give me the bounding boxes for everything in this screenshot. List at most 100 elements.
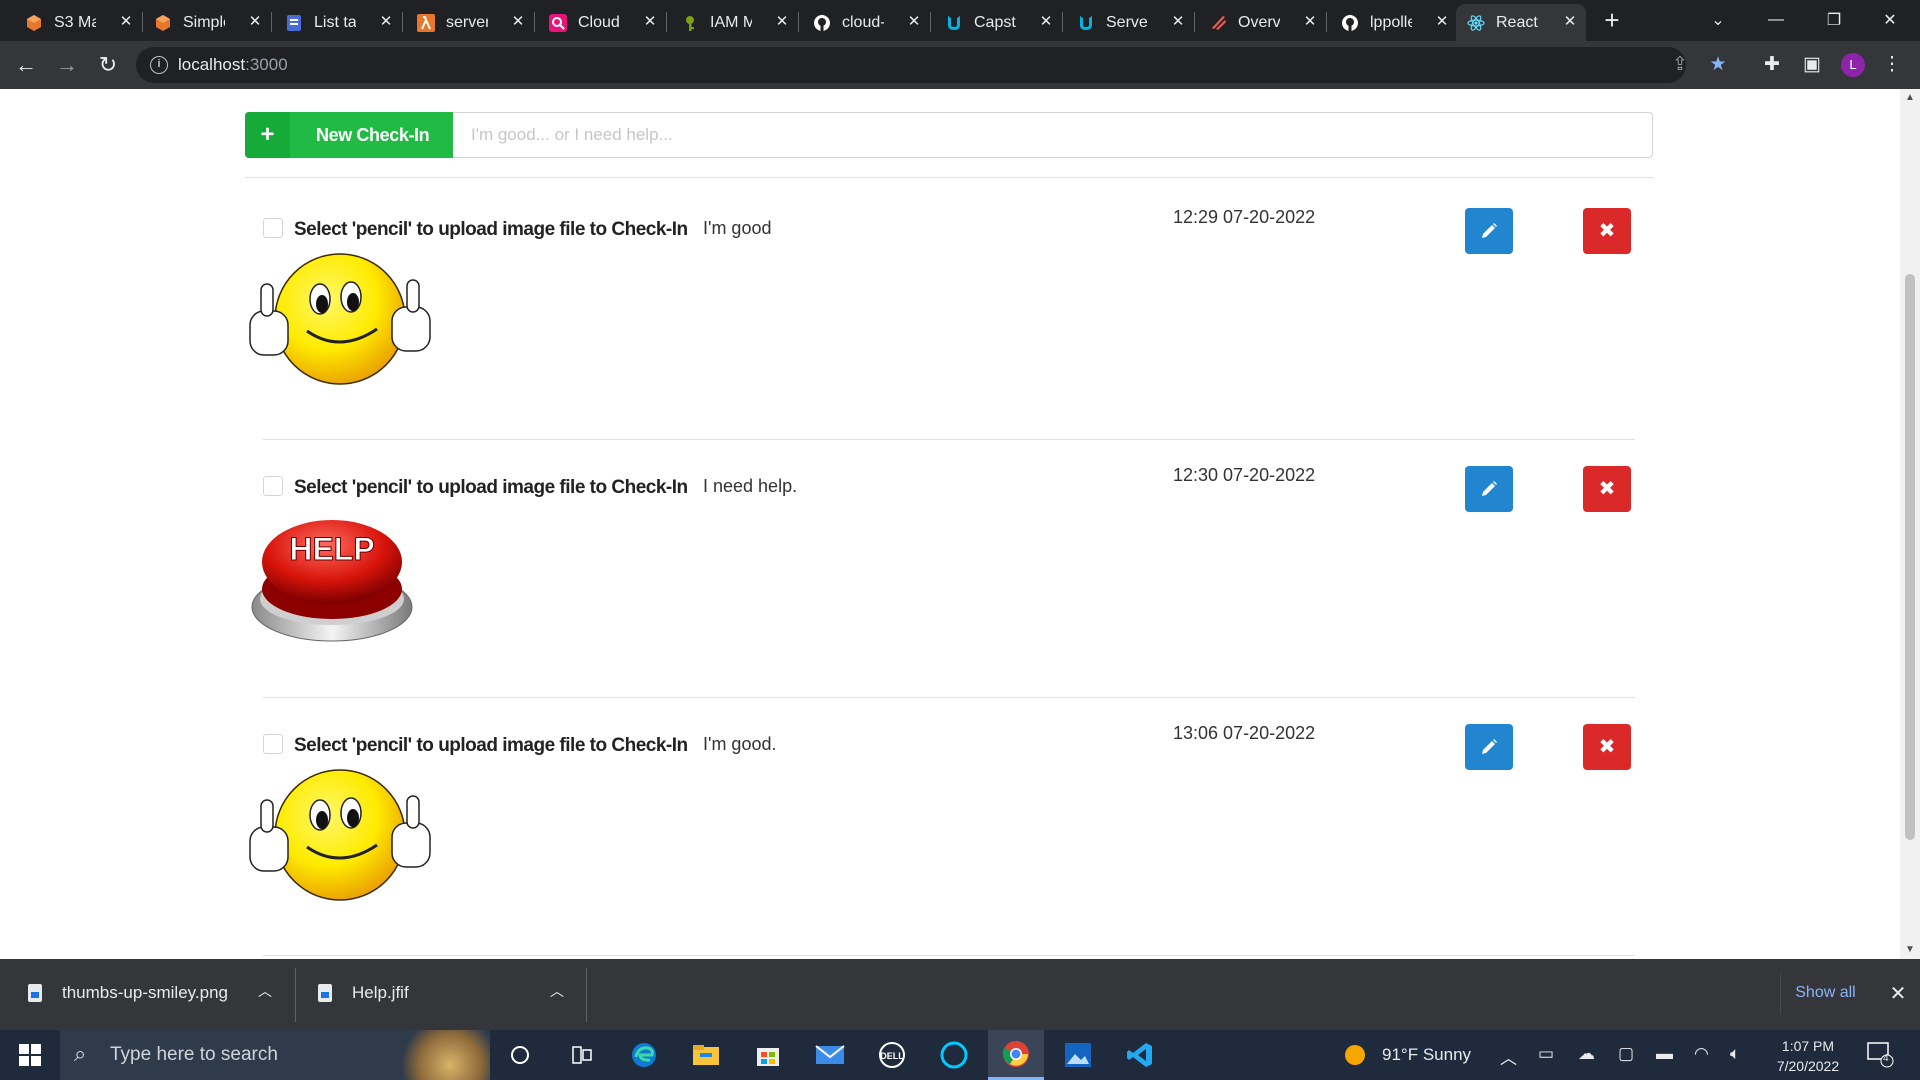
new-checkin-label: New Check-In [316, 125, 430, 145]
alexa-icon[interactable] [926, 1030, 982, 1080]
wifi-icon[interactable]: ◠ [1694, 1044, 1709, 1064]
restore-button[interactable]: ❐ [1810, 0, 1858, 40]
microsoft-store-icon[interactable] [740, 1030, 796, 1080]
done-checkbox[interactable] [263, 476, 283, 496]
close-tab-icon[interactable]: ✕ [1302, 14, 1318, 30]
mail-icon[interactable] [802, 1030, 858, 1080]
close-tab-icon[interactable]: ✕ [1562, 14, 1578, 30]
url-host: localhost [178, 55, 246, 74]
delete-button[interactable]: ✖ [1583, 724, 1631, 770]
profile-avatar[interactable]: L [1841, 53, 1865, 77]
file-explorer-icon[interactable] [678, 1030, 734, 1080]
info-icon[interactable]: i [150, 56, 168, 74]
close-tab-icon[interactable]: ✕ [1170, 14, 1186, 30]
tab-s3[interactable]: S3 Management Console ✕ [14, 4, 142, 41]
taskbar-search-box[interactable]: ⌕ Type here to search [60, 1030, 490, 1080]
edit-pencil-button[interactable] [1465, 208, 1513, 254]
tab-title: lppollet [1370, 13, 1412, 31]
tab-separator [1326, 12, 1327, 32]
forward-arrow-icon[interactable]: → [53, 51, 81, 79]
tab-react-app[interactable]: React App ✕ [1456, 4, 1586, 41]
scroll-up-arrow-icon[interactable]: ▲ [1905, 93, 1915, 103]
minimize-button[interactable]: — [1752, 0, 1800, 40]
react-icon [1466, 13, 1486, 33]
checkin-timestamp: 13:06 07-20-2022 [1173, 723, 1316, 743]
tab-iam[interactable]: IAM Management Console ✕ [670, 4, 798, 41]
done-checkbox[interactable] [263, 218, 283, 238]
side-panel-icon[interactable]: ▣ [1800, 53, 1824, 77]
new-checkin-button[interactable]: + New Check-In [245, 112, 453, 158]
tab-search-chevron-icon[interactable]: ⌄ [1694, 0, 1742, 40]
close-tab-icon[interactable]: ✕ [510, 14, 526, 30]
download-item[interactable]: thumbs-up-smiley.png ︿ [28, 959, 278, 1030]
tab-cloudwatch[interactable]: CloudWatch ✕ [538, 4, 666, 41]
page-viewport: + New Check-In Select 'pencil' to upload… [0, 89, 1900, 959]
cortana-icon[interactable] [492, 1030, 548, 1080]
tab-title: S3 Management Console [54, 13, 96, 31]
checkin-timestamp: 12:29 07-20-2022 [1173, 207, 1316, 227]
close-tab-icon[interactable]: ✕ [247, 14, 263, 30]
close-shelf-icon[interactable]: ✕ [1884, 980, 1912, 1008]
extensions-puzzle-icon[interactable]: ✚ [1760, 53, 1784, 77]
display-icon[interactable]: ▢ [1618, 1044, 1634, 1064]
battery-icon[interactable]: ▬ [1656, 1044, 1673, 1064]
tab-serverless-overview[interactable]: Overview ✕ [1198, 4, 1326, 41]
close-tab-icon[interactable]: ✕ [642, 14, 658, 30]
edit-pencil-button[interactable] [1465, 466, 1513, 512]
weather-sun-icon[interactable] [1344, 1044, 1366, 1071]
photos-icon[interactable] [1050, 1030, 1106, 1080]
system-clock[interactable]: 1:07 PM 7/20/2022 [1768, 1036, 1848, 1076]
close-tab-icon[interactable]: ✕ [906, 14, 922, 30]
back-arrow-icon[interactable]: ← [12, 51, 40, 79]
windows-taskbar: ⌕ Type here to search DELL 91°F Sunny ︿ … [0, 1030, 1920, 1080]
tab-udacity-serverless[interactable]: Serverless ✕ [1066, 4, 1194, 41]
edge-browser-icon[interactable] [616, 1030, 672, 1080]
tab-lambda[interactable]: serverless ✕ [406, 4, 534, 41]
close-tab-icon[interactable]: ✕ [118, 14, 134, 30]
meet-now-icon[interactable]: ▭ [1538, 1044, 1554, 1064]
tab-dynamodb[interactable]: List tables ✕ [274, 4, 402, 41]
scrollbar-thumb[interactable] [1905, 274, 1915, 840]
vscode-icon[interactable] [1112, 1030, 1168, 1080]
close-window-button[interactable]: ✕ [1866, 0, 1914, 40]
tab-separator [1062, 12, 1063, 32]
delete-button[interactable]: ✖ [1583, 208, 1631, 254]
close-tab-icon[interactable]: ✕ [378, 14, 394, 30]
menu-kebab-icon[interactable]: ⋮ [1880, 53, 1904, 77]
tab-ses[interactable]: Simple Email Service ✕ [143, 4, 271, 41]
checkin-input[interactable] [453, 112, 1653, 158]
tab-udacity-capstone[interactable]: Capstone ✕ [934, 4, 1062, 41]
url-port: :3000 [245, 55, 288, 74]
edit-pencil-button[interactable] [1465, 724, 1513, 770]
close-tab-icon[interactable]: ✕ [1434, 14, 1450, 30]
download-item[interactable]: Help.jfif ︿ [318, 959, 568, 1030]
page-scrollbar[interactable]: ▲ ▼ [1900, 89, 1920, 959]
tab-github-cloud-developer[interactable]: cloud-developer ✕ [802, 4, 930, 41]
reload-icon[interactable]: ↻ [94, 51, 122, 79]
close-tab-icon[interactable]: ✕ [1038, 14, 1054, 30]
chevron-up-icon[interactable]: ︿ [258, 981, 272, 1001]
tab-github-lppollet[interactable]: lppollet ✕ [1330, 4, 1458, 41]
plus-icon: + [245, 112, 290, 158]
close-tab-icon[interactable]: ✕ [774, 14, 790, 30]
notifications-icon[interactable]: 4 [1866, 1040, 1894, 1073]
tab-separator [534, 12, 535, 32]
dell-icon[interactable]: DELL [864, 1030, 920, 1080]
volume-icon[interactable]: 🔈︎ [1730, 1044, 1740, 1064]
bookmark-star-icon[interactable]: ★ [1706, 53, 1730, 77]
chrome-icon[interactable] [988, 1030, 1044, 1080]
close-x-icon: ✖ [1598, 220, 1616, 242]
delete-button[interactable]: ✖ [1583, 466, 1631, 512]
windows-start-button[interactable] [0, 1030, 60, 1080]
done-checkbox[interactable] [263, 734, 283, 754]
onedrive-cloud-icon[interactable]: ☁ [1578, 1044, 1595, 1064]
show-all-downloads-button[interactable]: Show all [1780, 973, 1870, 1013]
task-view-icon[interactable] [554, 1030, 610, 1080]
new-tab-button[interactable]: + [1598, 6, 1626, 34]
scroll-down-arrow-icon[interactable]: ▼ [1905, 945, 1915, 955]
chevron-up-icon[interactable]: ︿ [550, 981, 564, 1001]
share-icon[interactable]: ⇪ [1668, 53, 1692, 77]
tray-chevron-up-icon[interactable]: ︿ [1500, 1044, 1517, 1069]
address-bar[interactable]: i localhost:3000 ⇪ ★ [136, 47, 1727, 83]
weather-text[interactable]: 91°F Sunny [1382, 1045, 1471, 1065]
